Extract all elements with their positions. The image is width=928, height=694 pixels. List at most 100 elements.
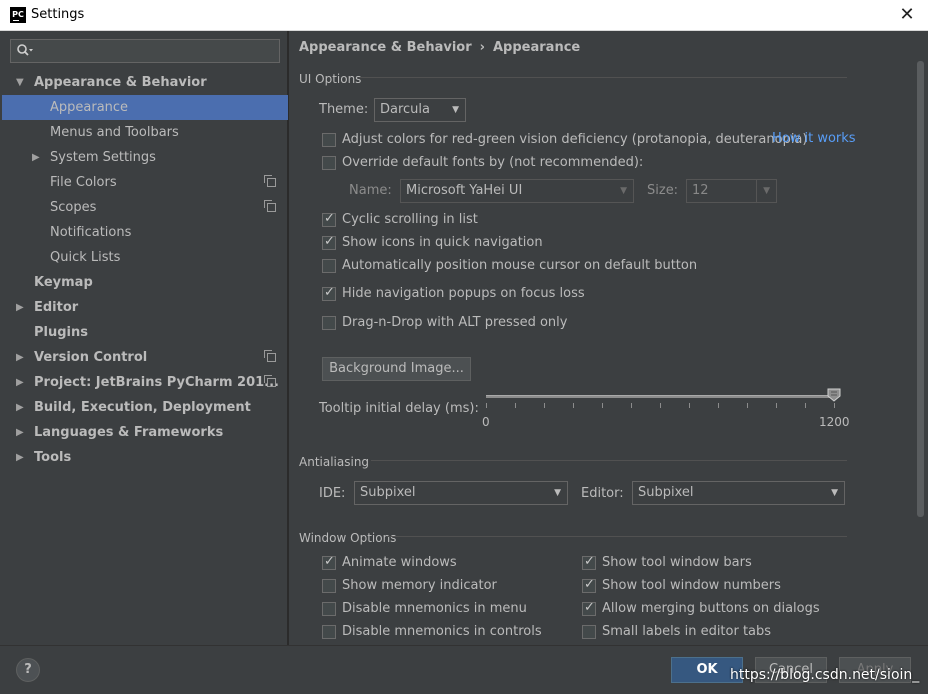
- collapsed-arrow-icon[interactable]: ▶: [16, 295, 28, 320]
- hide-popups-checkbox[interactable]: Hide navigation popups on focus loss: [322, 285, 622, 303]
- collapsed-arrow-icon[interactable]: ▶: [16, 420, 28, 445]
- sidebar-item[interactable]: Menus and Toolbars: [2, 120, 288, 145]
- window-option-checkbox[interactable]: Show memory indicator: [322, 577, 572, 595]
- sidebar-item[interactable]: Plugins: [2, 320, 288, 345]
- sidebar-item[interactable]: ▼ Appearance & Behavior: [2, 70, 288, 95]
- checkbox[interactable]: [582, 600, 596, 616]
- ide-antialiasing-dropdown[interactable]: Subpixel ▼: [354, 481, 568, 505]
- slider-tick: [660, 403, 661, 408]
- background-image-button[interactable]: Background Image...: [322, 357, 471, 381]
- tooltip-delay-slider[interactable]: [486, 395, 834, 398]
- font-name-dropdown[interactable]: Microsoft YaHei UI ▼: [400, 179, 634, 203]
- checkbox[interactable]: [322, 554, 336, 570]
- collapsed-arrow-icon[interactable]: ▶: [32, 145, 44, 170]
- chevron-down-icon: ▼: [452, 105, 459, 115]
- slider-max-label: 1200: [819, 415, 850, 429]
- slider-tick: [486, 403, 487, 408]
- section-title-ui-options: UI Options: [299, 72, 362, 86]
- sidebar-item-label: Tools: [34, 450, 72, 465]
- window-option-checkbox[interactable]: Allow merging buttons on dialogs: [582, 600, 832, 618]
- checkbox-label: Cyclic scrolling in list: [342, 212, 478, 227]
- checkbox[interactable]: [322, 285, 336, 301]
- sidebar-item[interactable]: ▶ Languages & Frameworks: [2, 420, 288, 445]
- slider-tick: [689, 403, 690, 408]
- checkbox-label: Automatically position mouse cursor on d…: [342, 258, 698, 273]
- sidebar-item[interactable]: Keymap: [2, 270, 288, 295]
- checkbox[interactable]: [322, 259, 336, 273]
- slider-tick: [631, 403, 632, 408]
- checkbox[interactable]: [322, 602, 336, 616]
- checkbox-label: Small labels in editor tabs: [602, 624, 772, 639]
- sidebar-item[interactable]: Scopes: [2, 195, 288, 220]
- theme-dropdown[interactable]: Darcula ▼: [374, 98, 466, 122]
- editor-antialiasing-dropdown[interactable]: Subpixel ▼: [632, 481, 845, 505]
- breadcrumb-parent[interactable]: Appearance & Behavior: [299, 40, 472, 55]
- collapsed-arrow-icon[interactable]: ▶: [16, 445, 28, 470]
- cyclic-scrolling-checkbox[interactable]: Cyclic scrolling in list: [322, 211, 622, 229]
- window-option-checkbox[interactable]: Show tool window numbers: [582, 577, 832, 595]
- checkbox[interactable]: [322, 625, 336, 639]
- watermark-text: https://blog.csdn.net/sioin_: [730, 667, 920, 683]
- checkbox[interactable]: [322, 156, 336, 170]
- checkbox-label: Show icons in quick navigation: [342, 235, 543, 250]
- slider-thumb[interactable]: [827, 388, 841, 402]
- collapsed-arrow-icon[interactable]: ▶: [16, 370, 28, 395]
- project-settings-icon: [264, 175, 276, 187]
- checkbox[interactable]: [322, 133, 336, 147]
- sidebar-item[interactable]: ▶ Editor: [2, 295, 288, 320]
- settings-tree: ▼ Appearance & Behavior Appearance Menus an…: [2, 70, 288, 470]
- editor-aa-value: Subpixel: [638, 485, 694, 500]
- checkbox[interactable]: [582, 554, 596, 570]
- sidebar-item[interactable]: ▶ Project: JetBrains PyCharm 201...: [2, 370, 288, 395]
- window-option-checkbox[interactable]: Small labels in editor tabs: [582, 623, 832, 641]
- sidebar-item[interactable]: Quick Lists: [2, 245, 288, 270]
- window-option-checkbox[interactable]: Show tool window bars: [582, 554, 832, 572]
- search-input[interactable]: [10, 39, 280, 63]
- sidebar-item[interactable]: Appearance: [2, 95, 288, 120]
- slider-tick: [602, 403, 603, 408]
- scrollbar-thumb[interactable]: [917, 61, 924, 517]
- adjust-colors-checkbox[interactable]: Adjust colors for red-green vision defic…: [322, 131, 807, 149]
- collapsed-arrow-icon[interactable]: ▶: [16, 345, 28, 370]
- sidebar-item[interactable]: ▶ Build, Execution, Deployment: [2, 395, 288, 420]
- drag-drop-checkbox[interactable]: Drag-n-Drop with ALT pressed only: [322, 314, 622, 332]
- sidebar-item-label: Notifications: [50, 225, 132, 240]
- close-icon[interactable]: ✕: [896, 4, 918, 26]
- font-size-label: Size:: [647, 183, 679, 198]
- checkbox-label: Show tool window numbers: [602, 578, 781, 593]
- expanded-arrow-icon[interactable]: ▼: [16, 70, 28, 95]
- auto-position-checkbox[interactable]: Automatically position mouse cursor on d…: [322, 257, 722, 275]
- override-fonts-checkbox[interactable]: Override default fonts by (not recommend…: [322, 154, 643, 172]
- slider-tick: [834, 403, 835, 408]
- how-it-works-link[interactable]: How it works: [772, 131, 856, 146]
- checkbox[interactable]: [582, 625, 596, 639]
- sidebar-item[interactable]: ▶ System Settings: [2, 145, 288, 170]
- tooltip-delay-label: Tooltip initial delay (ms):: [319, 401, 479, 416]
- window-option-checkbox[interactable]: Disable mnemonics in menu: [322, 600, 572, 618]
- window-option-checkbox[interactable]: Animate windows: [322, 554, 572, 572]
- sidebar-item[interactable]: File Colors: [2, 170, 288, 195]
- checkbox[interactable]: [582, 577, 596, 593]
- section-title-antialiasing: Antialiasing: [299, 455, 370, 469]
- sidebar-item-label: Appearance & Behavior: [34, 75, 207, 90]
- show-icons-checkbox[interactable]: Show icons in quick navigation: [322, 234, 622, 252]
- help-button[interactable]: ?: [16, 658, 40, 682]
- sidebar-item-label: Keymap: [34, 275, 93, 290]
- collapsed-arrow-icon[interactable]: ▶: [16, 395, 28, 420]
- font-name-value: Microsoft YaHei UI: [406, 183, 523, 198]
- sidebar-item[interactable]: Notifications: [2, 220, 288, 245]
- section-title-window-options: Window Options: [299, 531, 397, 545]
- font-name-label: Name:: [349, 183, 392, 198]
- sidebar-item[interactable]: ▶ Version Control: [2, 345, 288, 370]
- checkbox-label: Hide navigation popups on focus loss: [342, 286, 585, 301]
- sidebar-item[interactable]: ▶ Tools: [2, 445, 288, 470]
- font-size-combo[interactable]: 12 ▼: [686, 179, 777, 203]
- sidebar-item-label: Editor: [34, 300, 79, 315]
- sidebar-item-label: Appearance: [50, 100, 129, 115]
- checkbox[interactable]: [322, 211, 336, 227]
- checkbox-label: Allow merging buttons on dialogs: [602, 601, 820, 616]
- checkbox[interactable]: [322, 234, 336, 250]
- checkbox[interactable]: [322, 579, 336, 593]
- checkbox[interactable]: [322, 316, 336, 330]
- window-option-checkbox[interactable]: Disable mnemonics in controls: [322, 623, 572, 641]
